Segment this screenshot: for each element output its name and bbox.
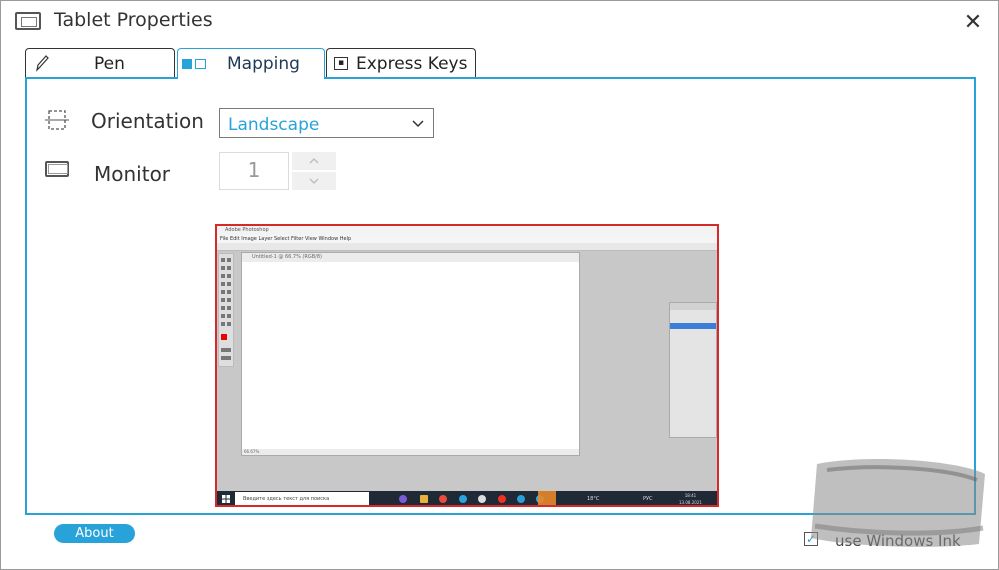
preview-layers-panel — [669, 302, 717, 438]
title-bar: Tablet Properties ✕ — [1, 1, 998, 43]
preview-document-status: 66.67% — [244, 449, 260, 454]
monitor-increment-button[interactable] — [292, 152, 336, 170]
preview-taskbar-app-icon — [420, 495, 428, 503]
preview-taskbar-app-icon — [399, 495, 407, 503]
preview-taskbar-app-icon — [517, 495, 525, 503]
monitor-preview: Adobe Photoshop File Edit Image Layer Se… — [215, 224, 719, 507]
preview-options-bar — [217, 243, 717, 251]
preview-app-title: Adobe Photoshop — [217, 226, 717, 235]
tab-mapping-label: Mapping — [227, 54, 300, 74]
preview-canvas — [242, 262, 579, 449]
monitor-icon — [45, 161, 69, 177]
preview-layer-row — [670, 323, 716, 329]
preview-taskbar-app-icon — [459, 495, 467, 503]
chevron-down-icon — [309, 178, 319, 184]
windows-ink-label: use Windows Ink — [835, 532, 961, 550]
preview-language: РУС — [643, 496, 653, 502]
mapping-icon — [182, 59, 206, 69]
preview-taskbar: Введите здесь текст для поиска 18°C РУС … — [217, 491, 717, 505]
about-button[interactable]: About — [54, 524, 135, 543]
preview-document-title: Untitled-1 @ 66.7% (RGB/8) — [252, 254, 322, 260]
tablet-icon — [15, 12, 41, 30]
orientation-select[interactable]: Landscape — [219, 108, 434, 138]
chevron-up-icon — [309, 158, 319, 164]
preview-taskbar-app-icon — [538, 491, 556, 505]
preview-menu-bar: File Edit Image Layer Select Filter View… — [217, 235, 717, 243]
preview-taskbar-app-icon — [498, 495, 506, 503]
preview-clock: 18:41 13.08.2021 — [679, 492, 702, 505]
windows-logo-icon — [222, 495, 230, 503]
pen-icon — [36, 55, 49, 72]
tab-pen-label: Pen — [94, 54, 125, 74]
monitor-decrement-button[interactable] — [292, 172, 336, 190]
monitor-label: Monitor — [94, 162, 171, 186]
tab-mapping[interactable]: Mapping — [177, 48, 325, 79]
orientation-icon — [45, 110, 69, 130]
preview-taskbar-app-icon — [478, 495, 486, 503]
tablet-properties-window: Tablet Properties ✕ Pen Mapping ▪ Expres… — [0, 0, 999, 570]
preview-document-window: Untitled-1 @ 66.7% (RGB/8) 66.67% — [241, 252, 580, 456]
windows-ink-checkbox[interactable]: ✓ — [804, 532, 818, 546]
preview-taskbar-search: Введите здесь текст для поиска — [235, 492, 369, 505]
preview-weather: 18°C — [587, 496, 600, 502]
tab-express-keys[interactable]: ▪ Express Keys — [326, 48, 476, 78]
preview-toolbox — [218, 253, 234, 367]
chevron-down-icon — [412, 120, 424, 128]
tab-pen[interactable]: Pen — [25, 48, 175, 78]
preview-time: 18:41 — [684, 493, 697, 498]
orientation-label: Orientation — [91, 109, 204, 133]
tab-express-keys-label: Express Keys — [356, 54, 468, 74]
preview-taskbar-app-icon — [439, 495, 447, 503]
monitor-number-field[interactable]: 1 — [219, 152, 289, 190]
preview-layers-tab — [670, 303, 716, 310]
preview-date: 13.08.2021 — [679, 500, 702, 505]
window-title: Tablet Properties — [54, 9, 213, 31]
close-button[interactable]: ✕ — [959, 9, 987, 37]
orientation-value: Landscape — [228, 115, 320, 135]
express-keys-icon: ▪ — [334, 57, 348, 70]
